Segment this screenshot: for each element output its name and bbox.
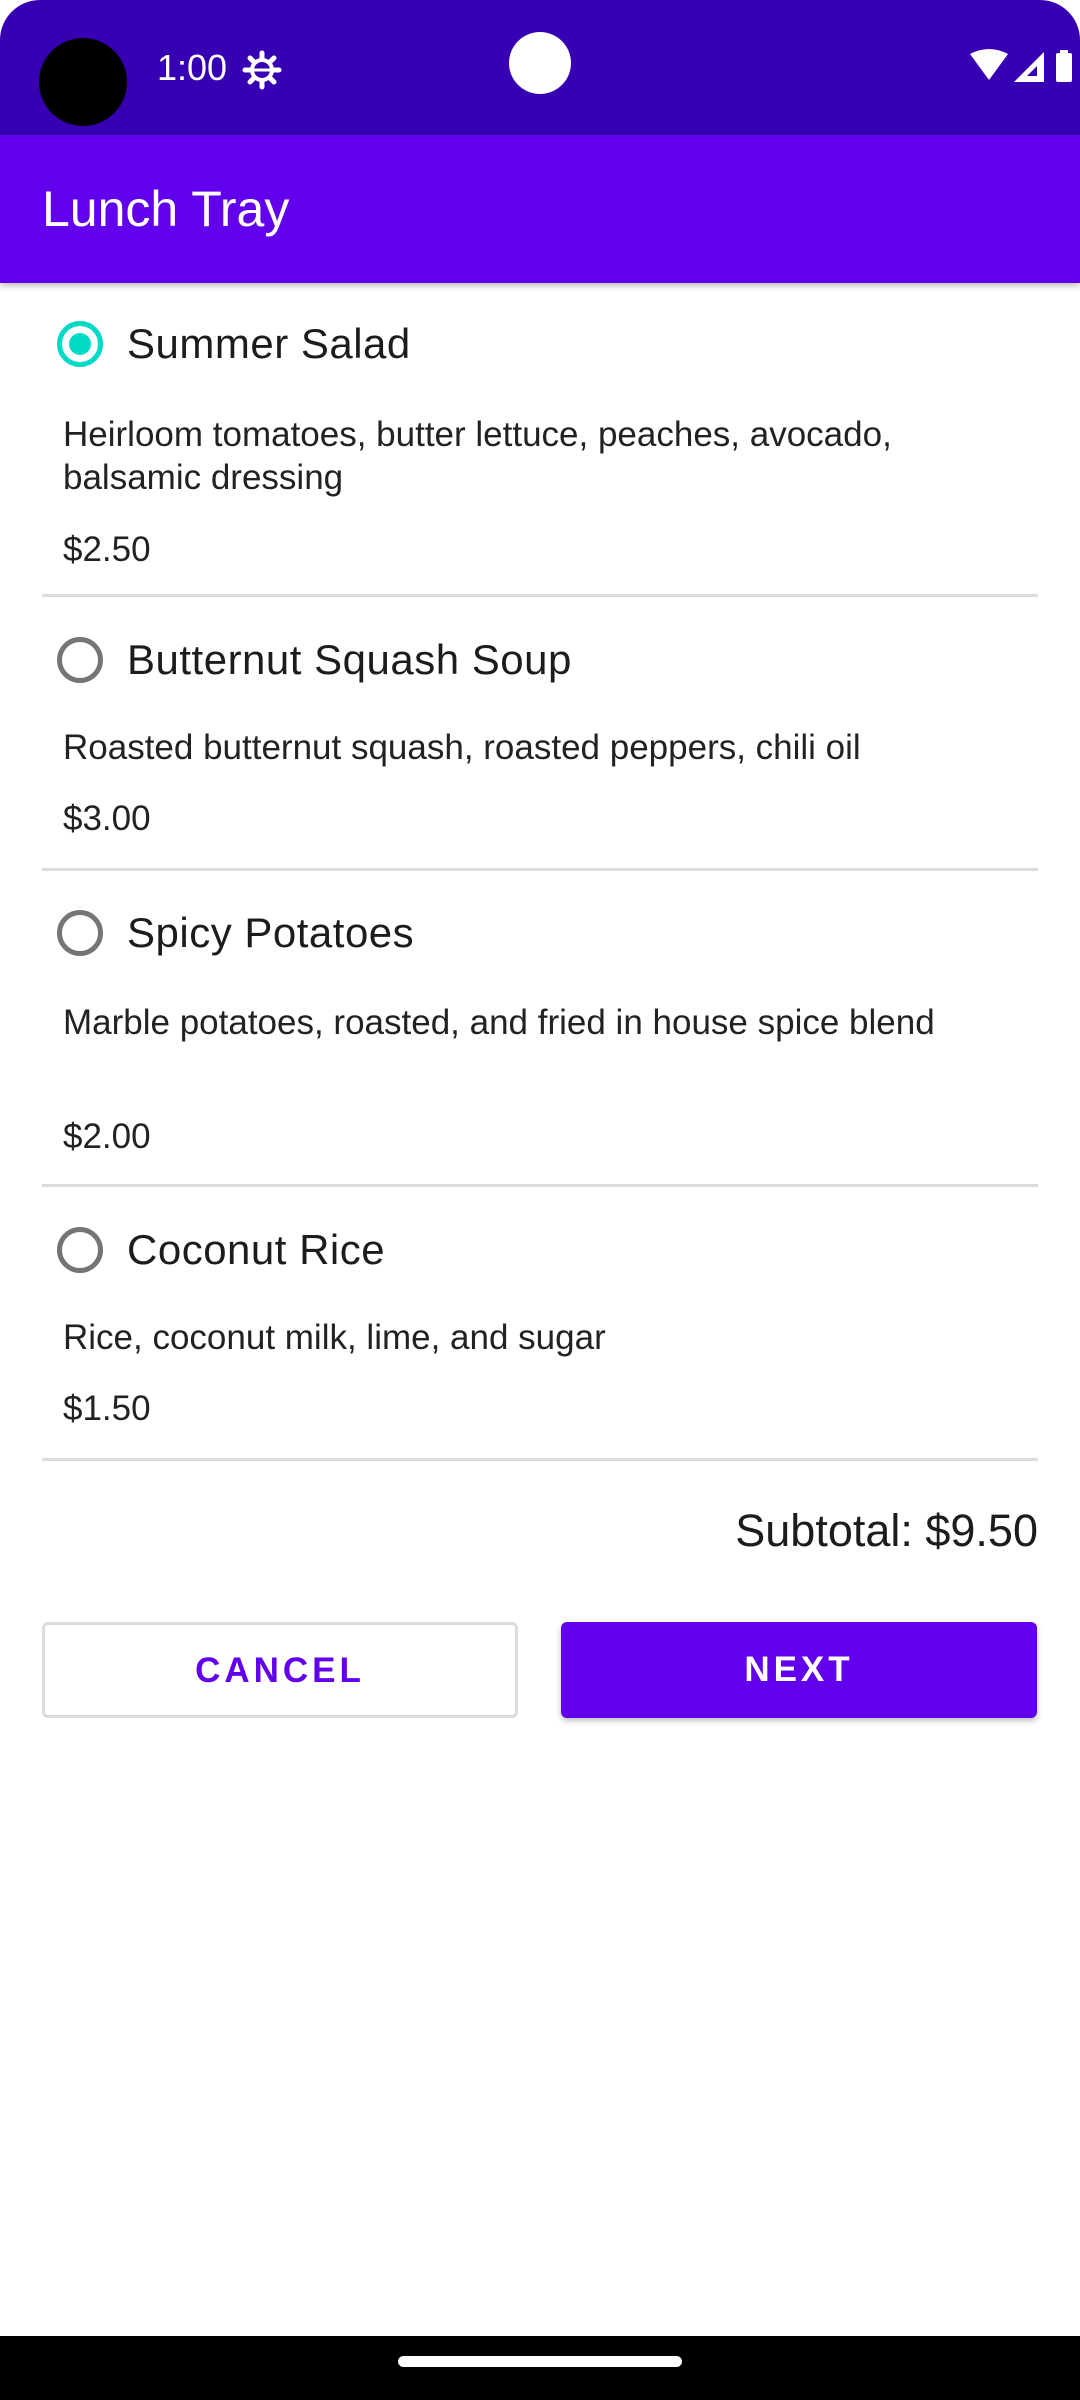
item-price: $3.00 [63, 799, 151, 838]
item-name: Summer Salad [127, 320, 411, 367]
cell-signal-icon [1014, 52, 1044, 82]
item-description: Roasted butternut squash, roasted pepper… [63, 728, 861, 767]
front-camera-dot [509, 32, 571, 94]
item-name: Butternut Squash Soup [127, 636, 572, 683]
menu-item-summer-salad[interactable]: Summer Salad Heirloom tomatoes, butter l… [42, 283, 1038, 597]
item-name: Spicy Potatoes [127, 909, 415, 956]
status-icons [970, 49, 1072, 82]
radio-button-spicy-potatoes[interactable] [57, 910, 103, 956]
wifi-icon [970, 49, 1008, 80]
menu-item-spicy-potatoes[interactable]: Spicy Potatoes Marble potatoes, roasted,… [42, 871, 1038, 1187]
app-title: Lunch Tray [42, 181, 290, 237]
item-price: $2.50 [63, 530, 151, 569]
menu-item-butternut-squash-soup[interactable]: Butternut Squash Soup Roasted butternut … [42, 597, 1038, 871]
item-description: Rice, coconut milk, lime, and sugar [63, 1318, 606, 1357]
menu-item-coconut-rice[interactable]: Coconut Rice Rice, coconut milk, lime, a… [42, 1187, 1038, 1461]
app-bar: Lunch Tray [0, 135, 1080, 283]
item-price: $1.50 [63, 1389, 151, 1428]
item-description: Marble potatoes, roasted, and fried in h… [63, 1003, 935, 1042]
gear-icon [242, 50, 282, 90]
menu-options: Summer Salad Heirloom tomatoes, butter l… [42, 283, 1038, 1461]
item-name: Coconut Rice [127, 1226, 386, 1273]
item-price: $2.00 [63, 1117, 151, 1156]
camera-cutout [39, 38, 127, 126]
item-description: Heirloom tomatoes, butter lettuce, peach… [63, 415, 892, 497]
battery-icon [1056, 50, 1072, 82]
cancel-button[interactable]: CANCEL [42, 1622, 518, 1718]
radio-button-butternut-squash-soup[interactable] [57, 637, 103, 683]
radio-button-summer-salad[interactable] [57, 321, 103, 367]
status-time: 1:00 [157, 47, 228, 88]
navigation-bar [0, 2336, 1080, 2400]
subtotal-label: Subtotal: $9.50 [735, 1505, 1038, 1556]
next-button[interactable]: NEXT [561, 1622, 1037, 1718]
home-gesture-handle[interactable] [398, 2356, 682, 2367]
status-bar: 1:00 [0, 0, 1080, 135]
radio-button-coconut-rice[interactable] [57, 1227, 103, 1273]
